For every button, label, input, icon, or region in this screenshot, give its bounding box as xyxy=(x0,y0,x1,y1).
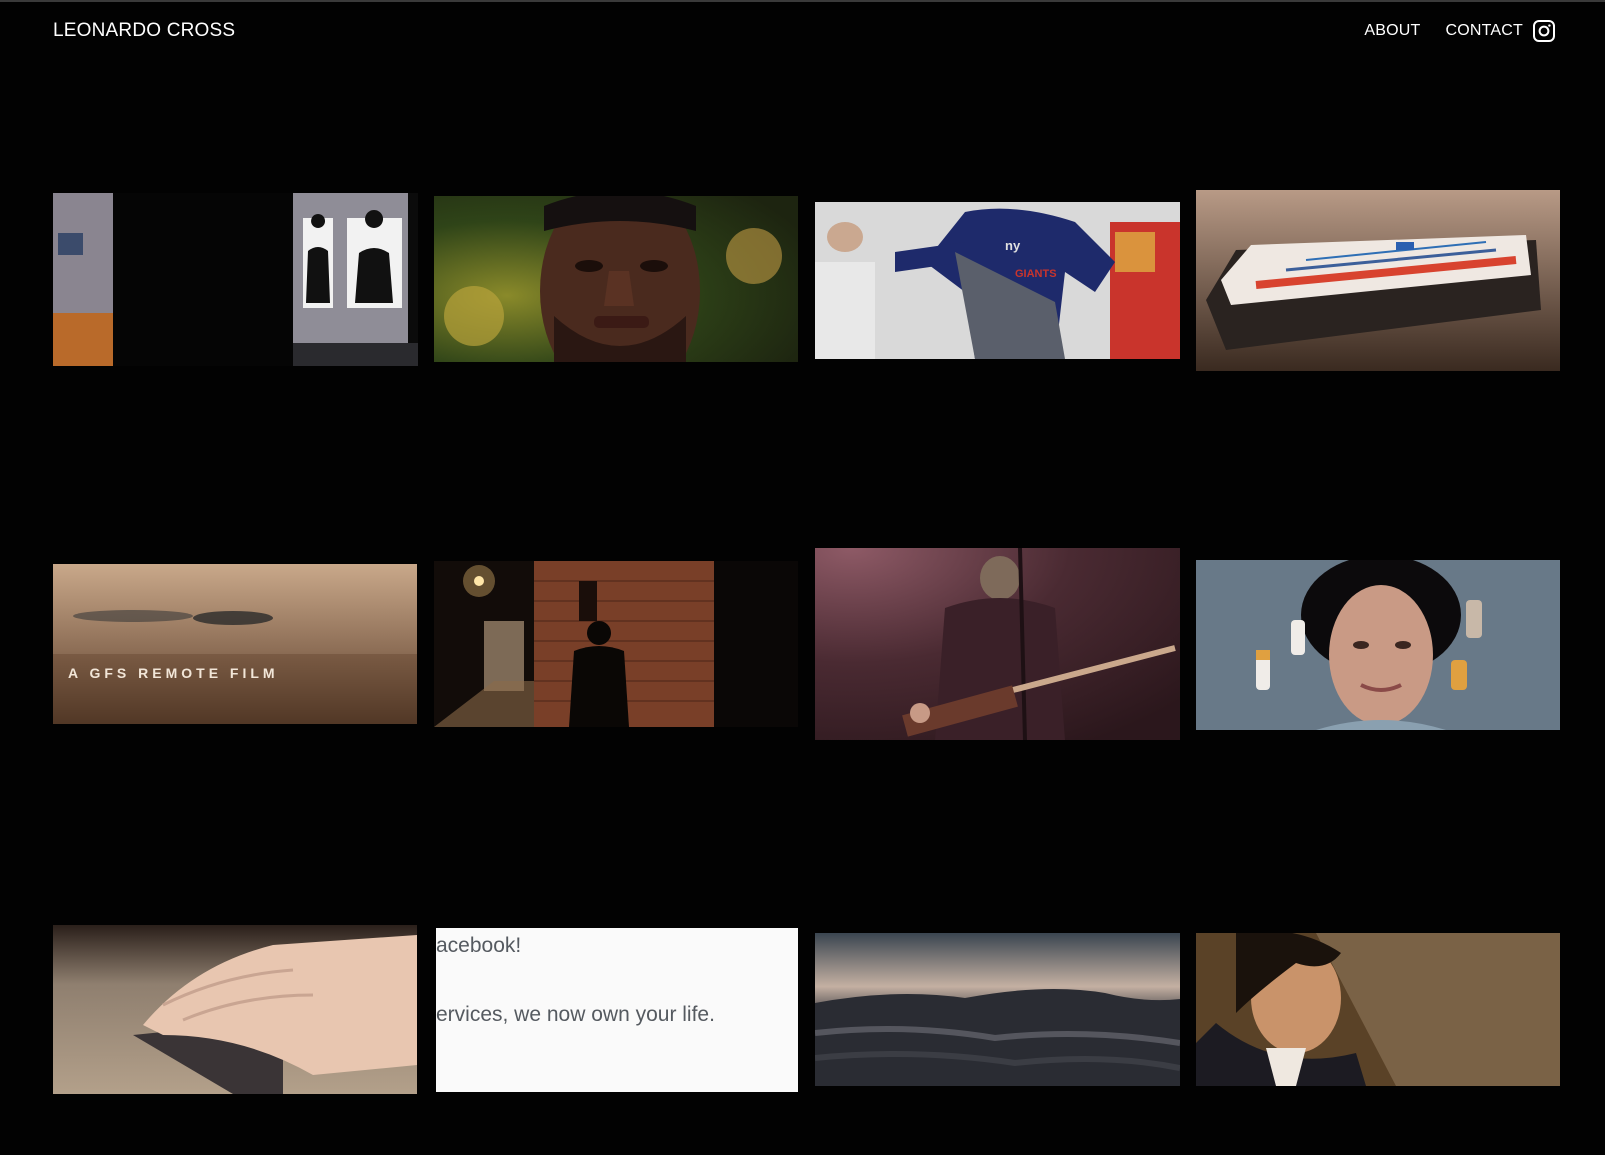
thumb-curly-hair-man[interactable] xyxy=(1196,560,1560,730)
thumb-shooting-range[interactable] xyxy=(53,193,418,366)
film-title-overlay: A GFS REMOTE FILM xyxy=(68,665,279,681)
thumb-portrait-man[interactable] xyxy=(434,196,798,362)
facebook-line-2: ervices, we now own your life. xyxy=(436,1003,715,1026)
svg-text:GIANTS: GIANTS xyxy=(1015,268,1057,280)
thumb-pizza-box[interactable] xyxy=(1196,190,1560,371)
thumb-giants-sweatshirt[interactable]: ny GIANTS xyxy=(815,202,1180,359)
instagram-icon[interactable] xyxy=(1532,19,1556,43)
facebook-line-1: acebook! xyxy=(436,934,522,957)
thumb-gfs-remote-film[interactable]: A GFS REMOTE FILM xyxy=(53,564,417,724)
thumb-facebook-message[interactable]: acebook! ervices, we now own your life. xyxy=(436,928,798,1092)
thumb-ocean-waves[interactable] xyxy=(815,933,1180,1086)
main-nav: ABOUT CONTACT xyxy=(1364,22,1523,40)
thumb-bass-player[interactable] xyxy=(815,548,1180,740)
site-title-link[interactable]: LEONARDO CROSS xyxy=(53,20,235,42)
nav-contact-link[interactable]: CONTACT xyxy=(1445,22,1523,40)
site-header: LEONARDO CROSS ABOUT CONTACT xyxy=(0,2,1605,62)
thumb-hand-on-card[interactable] xyxy=(53,925,417,1094)
thumb-night-alley[interactable] xyxy=(434,561,798,727)
svg-text:ny: ny xyxy=(1005,238,1021,253)
nav-about-link[interactable]: ABOUT xyxy=(1364,22,1420,40)
thumb-young-man-looking-up[interactable] xyxy=(1196,933,1560,1086)
